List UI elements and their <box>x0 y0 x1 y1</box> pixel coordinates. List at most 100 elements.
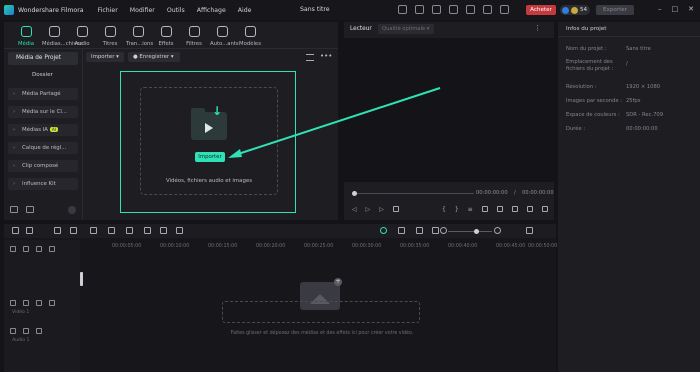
sidebar-item-influence-kit[interactable]: Influence Kit <box>8 178 78 190</box>
camera-icon[interactable] <box>511 206 518 212</box>
columns-icon[interactable] <box>526 227 533 234</box>
folder-icon[interactable] <box>26 206 34 213</box>
video-track-label: Vidéo 1 <box>12 310 30 315</box>
lock-icon[interactable] <box>23 300 29 306</box>
track-manager-icon[interactable] <box>36 246 42 252</box>
monitor-icon[interactable] <box>481 206 488 212</box>
sidebar-item-project-media[interactable]: Média de Projet <box>8 52 78 65</box>
snapshot-icon[interactable] <box>496 206 503 212</box>
menu-icon[interactable]: ≡ <box>468 206 473 213</box>
menu-view[interactable]: Affichage <box>197 7 226 14</box>
text-icon[interactable] <box>126 227 133 234</box>
tab-transitions[interactable]: Tran...ions <box>126 26 153 48</box>
camera-icon[interactable] <box>49 300 55 306</box>
coin-icon <box>571 6 578 14</box>
screen-icon[interactable] <box>398 5 407 14</box>
sidebar-item-folder[interactable]: Dossier <box>8 68 78 82</box>
export-button[interactable]: Exporter <box>596 5 634 15</box>
redo-icon[interactable] <box>70 227 77 234</box>
microphone-icon[interactable] <box>416 227 423 234</box>
menu-tools[interactable]: Outils <box>167 7 185 14</box>
tab-media[interactable]: Média <box>14 26 38 48</box>
tab-stickers[interactable]: Auto...ants <box>210 26 239 48</box>
minimize-icon[interactable]: – <box>658 5 662 13</box>
tab-stock-media[interactable]: Médias...chives <box>42 26 83 48</box>
play-back-icon[interactable]: ▷ <box>366 206 371 213</box>
collapse-sidebar-icon[interactable] <box>68 206 76 214</box>
shield-icon[interactable] <box>398 227 405 234</box>
tab-effects[interactable]: Effets <box>154 26 178 48</box>
sidebar-item-adjustment-layer[interactable]: Calque de régl... <box>8 142 78 154</box>
grid-icon[interactable] <box>500 5 509 14</box>
fullscreen-icon[interactable] <box>541 206 548 212</box>
tab-titles[interactable]: Titres <box>98 26 122 48</box>
lock-icon[interactable] <box>23 328 29 334</box>
link-icon[interactable] <box>23 246 29 252</box>
undo-icon[interactable] <box>54 227 61 234</box>
cloud-icon[interactable] <box>466 5 475 14</box>
menu-edit[interactable]: Modifier <box>130 7 155 14</box>
stop-icon[interactable] <box>392 206 399 212</box>
sidebar-item-ai-media[interactable]: Médias IAAI <box>8 124 78 136</box>
tab-audio-label: Audio <box>74 41 90 47</box>
video-track-controls <box>10 300 55 306</box>
tab-filters[interactable]: Filtres <box>182 26 206 48</box>
tab-templates[interactable]: Modèles <box>238 26 262 48</box>
tab-audio[interactable]: Audio <box>70 26 94 48</box>
title-bar: Wondershare Filmora Fichier Modifier Out… <box>0 0 700 20</box>
sidebar-item-shared-media[interactable]: Média Partagé <box>8 88 78 100</box>
list-icon[interactable] <box>432 227 439 234</box>
magnet-icon[interactable] <box>49 246 55 252</box>
download-icon[interactable] <box>449 5 458 14</box>
play-icon[interactable]: ▷ <box>379 206 384 213</box>
zoom-out-icon[interactable] <box>440 227 447 234</box>
eye-icon[interactable] <box>36 300 42 306</box>
import-dropdown[interactable]: Importer ▾ <box>86 52 124 62</box>
audio-level-icon[interactable] <box>526 206 533 212</box>
document-title: Sans titre <box>300 6 330 13</box>
add-track-icon[interactable] <box>10 246 16 252</box>
split-icon[interactable] <box>108 227 115 234</box>
layout-grid-icon[interactable] <box>12 227 19 234</box>
buy-button[interactable]: Acheter <box>526 5 556 15</box>
zoom-in-icon[interactable] <box>494 227 501 234</box>
more-icon[interactable]: ••• <box>320 52 332 60</box>
close-icon[interactable]: ✕ <box>688 5 694 13</box>
speed-icon[interactable] <box>160 227 167 234</box>
mark-in-icon[interactable]: { <box>442 206 446 213</box>
auto-highlight-icon[interactable] <box>380 227 387 234</box>
sidebar-item-compound-clip[interactable]: Clip composé <box>8 160 78 172</box>
bell-icon[interactable] <box>432 5 441 14</box>
select-tool-icon[interactable] <box>26 227 33 234</box>
step-back-icon[interactable]: ◁ <box>352 206 357 213</box>
tab-stickers-label: Auto...ants <box>210 41 239 47</box>
mark-out-icon[interactable]: } <box>455 206 459 213</box>
menu-file[interactable]: Fichier <box>98 7 118 14</box>
playhead[interactable] <box>80 272 83 286</box>
zoom-knob[interactable] <box>474 229 479 234</box>
import-button[interactable]: Importer <box>195 152 225 162</box>
playback-progress[interactable] <box>354 193 474 194</box>
delete-icon[interactable] <box>90 227 97 234</box>
playback-knob[interactable] <box>352 191 357 196</box>
speaker-icon[interactable] <box>36 328 42 334</box>
add-icon[interactable]: + <box>334 278 342 286</box>
maximize-icon[interactable]: □ <box>672 5 679 13</box>
record-dropdown[interactable]: ● Enregistrer ▾ <box>128 52 180 62</box>
quality-dropdown[interactable]: Qualité optimale ▾ <box>378 24 434 34</box>
zoom-slider[interactable] <box>448 231 492 232</box>
tab-player[interactable]: Lecteur <box>350 26 372 32</box>
timeline-ruler[interactable]: 00:00:05:00 00:00:10:00 00:00:15:00 00:0… <box>80 244 557 254</box>
credits-badge[interactable]: 54 <box>560 5 590 15</box>
crop-icon[interactable] <box>144 227 151 234</box>
new-folder-icon[interactable] <box>10 206 18 213</box>
menu-help[interactable]: Aide <box>238 7 252 14</box>
sidebar-divider <box>82 48 83 220</box>
timeline-drop-area[interactable] <box>222 301 420 323</box>
player-more-icon[interactable]: ⋮ <box>534 24 541 32</box>
more-tools-icon[interactable] <box>176 227 183 234</box>
headset-icon[interactable] <box>483 5 492 14</box>
layout-icon[interactable] <box>415 5 424 14</box>
sidebar-item-cloud-media[interactable]: Média sur le Cl... <box>8 106 78 118</box>
filter-icon[interactable] <box>306 54 314 61</box>
